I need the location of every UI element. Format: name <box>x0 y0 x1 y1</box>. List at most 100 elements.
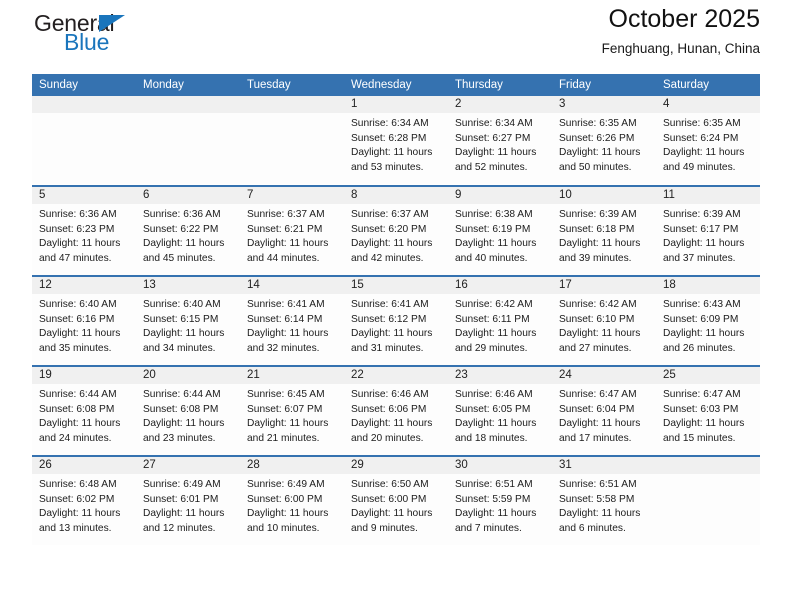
day-number <box>136 96 240 113</box>
calendar-day-cell[interactable]: 26 Sunrise: 6:48 AM Sunset: 6:02 PM Dayligh… <box>32 455 136 546</box>
calendar-day-cell[interactable] <box>136 96 240 186</box>
daylight-text-line1: Daylight: 11 hours <box>39 238 121 250</box>
sunset-text: Sunset: 6:00 PM <box>247 493 323 505</box>
sunset-text: Sunset: 5:58 PM <box>559 493 635 505</box>
calendar-day-cell[interactable]: 15 Sunrise: 6:41 AM Sunset: 6:12 PM Dayligh… <box>344 275 448 366</box>
daylight-text-line2: and 23 minutes. <box>143 432 216 444</box>
day-details: Sunrise: 6:48 AM Sunset: 6:02 PM Daylight:… <box>32 474 136 536</box>
day-details: Sunrise: 6:44 AM Sunset: 6:08 PM Daylight:… <box>136 384 240 446</box>
day-details: Sunrise: 6:42 AM Sunset: 6:11 PM Daylight:… <box>448 294 552 356</box>
day-cell-inner: 16 Sunrise: 6:42 AM Sunset: 6:11 PM Dayligh… <box>448 277 552 365</box>
calendar-day-cell[interactable] <box>32 96 136 186</box>
sunrise-text: Sunrise: 6:41 AM <box>351 299 429 310</box>
day-number: 9 <box>448 187 552 204</box>
daylight-text-line2: and 27 minutes. <box>559 342 632 354</box>
daylight-text-line2: and 31 minutes. <box>351 342 424 354</box>
day-details: Sunrise: 6:41 AM Sunset: 6:14 PM Daylight:… <box>240 294 344 356</box>
calendar-day-cell[interactable]: 19 Sunrise: 6:44 AM Sunset: 6:08 PM Dayligh… <box>32 365 136 456</box>
sunrise-text: Sunrise: 6:42 AM <box>559 299 637 310</box>
sunrise-text: Sunrise: 6:37 AM <box>247 209 325 220</box>
calendar-day-cell[interactable]: 23 Sunrise: 6:46 AM Sunset: 6:05 PM Dayligh… <box>448 365 552 456</box>
calendar-day-cell[interactable]: 3 Sunrise: 6:35 AM Sunset: 6:26 PM Daylight… <box>552 96 656 186</box>
calendar-day-cell[interactable]: 7 Sunrise: 6:37 AM Sunset: 6:21 PM Daylight… <box>240 185 344 276</box>
calendar-day-cell[interactable]: 18 Sunrise: 6:43 AM Sunset: 6:09 PM Dayligh… <box>656 275 760 366</box>
calendar-day-cell[interactable]: 6 Sunrise: 6:36 AM Sunset: 6:22 PM Daylight… <box>136 185 240 276</box>
sunset-text: Sunset: 6:04 PM <box>559 403 635 415</box>
day-number: 28 <box>240 457 344 474</box>
sunset-text: Sunset: 6:24 PM <box>663 132 739 144</box>
calendar-day-cell[interactable]: 16 Sunrise: 6:42 AM Sunset: 6:11 PM Dayligh… <box>448 275 552 366</box>
sunset-text: Sunset: 6:15 PM <box>143 313 219 325</box>
calendar-day-cell[interactable] <box>656 455 760 546</box>
daylight-text-line1: Daylight: 11 hours <box>247 238 329 250</box>
daylight-text-line1: Daylight: 11 hours <box>143 508 225 520</box>
calendar-day-cell[interactable]: 5 Sunrise: 6:36 AM Sunset: 6:23 PM Daylight… <box>32 185 136 276</box>
sunrise-text: Sunrise: 6:47 AM <box>559 389 637 400</box>
sunrise-text: Sunrise: 6:48 AM <box>39 479 117 490</box>
calendar-day-cell[interactable]: 10 Sunrise: 6:39 AM Sunset: 6:18 PM Dayligh… <box>552 185 656 276</box>
calendar-day-cell[interactable]: 14 Sunrise: 6:41 AM Sunset: 6:14 PM Dayligh… <box>240 275 344 366</box>
daylight-text-line1: Daylight: 11 hours <box>351 238 433 250</box>
calendar-week-row: 12 Sunrise: 6:40 AM Sunset: 6:16 PM Dayligh… <box>32 275 760 366</box>
calendar-day-cell[interactable]: 4 Sunrise: 6:35 AM Sunset: 6:24 PM Daylight… <box>656 96 760 186</box>
calendar-day-cell[interactable]: 31 Sunrise: 6:51 AM Sunset: 5:58 PM Dayligh… <box>552 455 656 546</box>
calendar-day-cell[interactable] <box>240 96 344 186</box>
day-cell-inner: 18 Sunrise: 6:43 AM Sunset: 6:09 PM Dayligh… <box>656 277 760 365</box>
day-number: 2 <box>448 96 552 113</box>
calendar-day-cell[interactable]: 29 Sunrise: 6:50 AM Sunset: 6:00 PM Dayligh… <box>344 455 448 546</box>
calendar-day-cell[interactable]: 24 Sunrise: 6:47 AM Sunset: 6:04 PM Dayligh… <box>552 365 656 456</box>
day-number: 16 <box>448 277 552 294</box>
day-cell-inner: 7 Sunrise: 6:37 AM Sunset: 6:21 PM Daylight… <box>240 187 344 275</box>
day-number: 12 <box>32 277 136 294</box>
calendar-day-cell[interactable]: 8 Sunrise: 6:37 AM Sunset: 6:20 PM Daylight… <box>344 185 448 276</box>
calendar-day-cell[interactable]: 9 Sunrise: 6:38 AM Sunset: 6:19 PM Daylight… <box>448 185 552 276</box>
calendar-day-cell[interactable]: 20 Sunrise: 6:44 AM Sunset: 6:08 PM Dayligh… <box>136 365 240 456</box>
calendar-day-cell[interactable]: 28 Sunrise: 6:49 AM Sunset: 6:00 PM Dayligh… <box>240 455 344 546</box>
daylight-text-line1: Daylight: 11 hours <box>351 418 433 430</box>
day-details: Sunrise: 6:51 AM Sunset: 5:59 PM Daylight:… <box>448 474 552 536</box>
sunrise-text: Sunrise: 6:37 AM <box>351 209 429 220</box>
calendar-day-cell[interactable]: 2 Sunrise: 6:34 AM Sunset: 6:27 PM Daylight… <box>448 96 552 186</box>
sunset-text: Sunset: 6:02 PM <box>39 493 115 505</box>
day-cell-inner: 2 Sunrise: 6:34 AM Sunset: 6:27 PM Daylight… <box>448 96 552 184</box>
daylight-text-line2: and 7 minutes. <box>455 522 522 534</box>
day-details <box>656 474 760 478</box>
calendar-day-cell[interactable]: 27 Sunrise: 6:49 AM Sunset: 6:01 PM Dayligh… <box>136 455 240 546</box>
day-details: Sunrise: 6:36 AM Sunset: 6:23 PM Daylight:… <box>32 204 136 266</box>
calendar-day-cell[interactable]: 25 Sunrise: 6:47 AM Sunset: 6:03 PM Dayligh… <box>656 365 760 456</box>
calendar-day-cell[interactable]: 13 Sunrise: 6:40 AM Sunset: 6:15 PM Dayligh… <box>136 275 240 366</box>
calendar-day-cell[interactable]: 12 Sunrise: 6:40 AM Sunset: 6:16 PM Dayligh… <box>32 275 136 366</box>
daylight-text-line1: Daylight: 11 hours <box>247 328 329 340</box>
day-number: 21 <box>240 367 344 384</box>
weekday-header-monday: Monday <box>136 74 240 96</box>
daylight-text-line1: Daylight: 11 hours <box>143 418 225 430</box>
sunset-text: Sunset: 6:00 PM <box>351 493 427 505</box>
calendar-day-cell[interactable]: 1 Sunrise: 6:34 AM Sunset: 6:28 PM Daylight… <box>344 96 448 186</box>
day-cell-inner <box>656 457 760 545</box>
day-details: Sunrise: 6:34 AM Sunset: 6:28 PM Daylight:… <box>344 113 448 175</box>
daylight-text-line2: and 37 minutes. <box>663 252 736 264</box>
daylight-text-line2: and 13 minutes. <box>39 522 112 534</box>
daylight-text-line2: and 10 minutes. <box>247 522 320 534</box>
daylight-text-line2: and 18 minutes. <box>455 432 528 444</box>
sunrise-text: Sunrise: 6:34 AM <box>455 118 533 129</box>
calendar-day-cell[interactable]: 17 Sunrise: 6:42 AM Sunset: 6:10 PM Dayligh… <box>552 275 656 366</box>
sunrise-text: Sunrise: 6:43 AM <box>663 299 741 310</box>
calendar-day-cell[interactable]: 11 Sunrise: 6:39 AM Sunset: 6:17 PM Dayligh… <box>656 185 760 276</box>
calendar-day-cell[interactable]: 22 Sunrise: 6:46 AM Sunset: 6:06 PM Dayligh… <box>344 365 448 456</box>
day-details: Sunrise: 6:40 AM Sunset: 6:15 PM Daylight:… <box>136 294 240 356</box>
day-number: 5 <box>32 187 136 204</box>
title-block: October 2025 Fenghuang, Hunan, China <box>602 4 760 57</box>
day-details: Sunrise: 6:36 AM Sunset: 6:22 PM Daylight:… <box>136 204 240 266</box>
sunrise-text: Sunrise: 6:40 AM <box>39 299 117 310</box>
day-cell-inner: 27 Sunrise: 6:49 AM Sunset: 6:01 PM Dayligh… <box>136 457 240 545</box>
daylight-text-line2: and 9 minutes. <box>351 522 418 534</box>
calendar-day-cell[interactable]: 21 Sunrise: 6:45 AM Sunset: 6:07 PM Dayligh… <box>240 365 344 456</box>
calendar-day-cell[interactable]: 30 Sunrise: 6:51 AM Sunset: 5:59 PM Dayligh… <box>448 455 552 546</box>
sunset-text: Sunset: 6:14 PM <box>247 313 323 325</box>
page-header: General Blue October 2025 Fenghuang, Hun… <box>32 0 760 74</box>
daylight-text-line1: Daylight: 11 hours <box>351 508 433 520</box>
daylight-text-line2: and 29 minutes. <box>455 342 528 354</box>
generalblue-logo[interactable]: General Blue <box>34 12 214 64</box>
daylight-text-line2: and 20 minutes. <box>351 432 424 444</box>
